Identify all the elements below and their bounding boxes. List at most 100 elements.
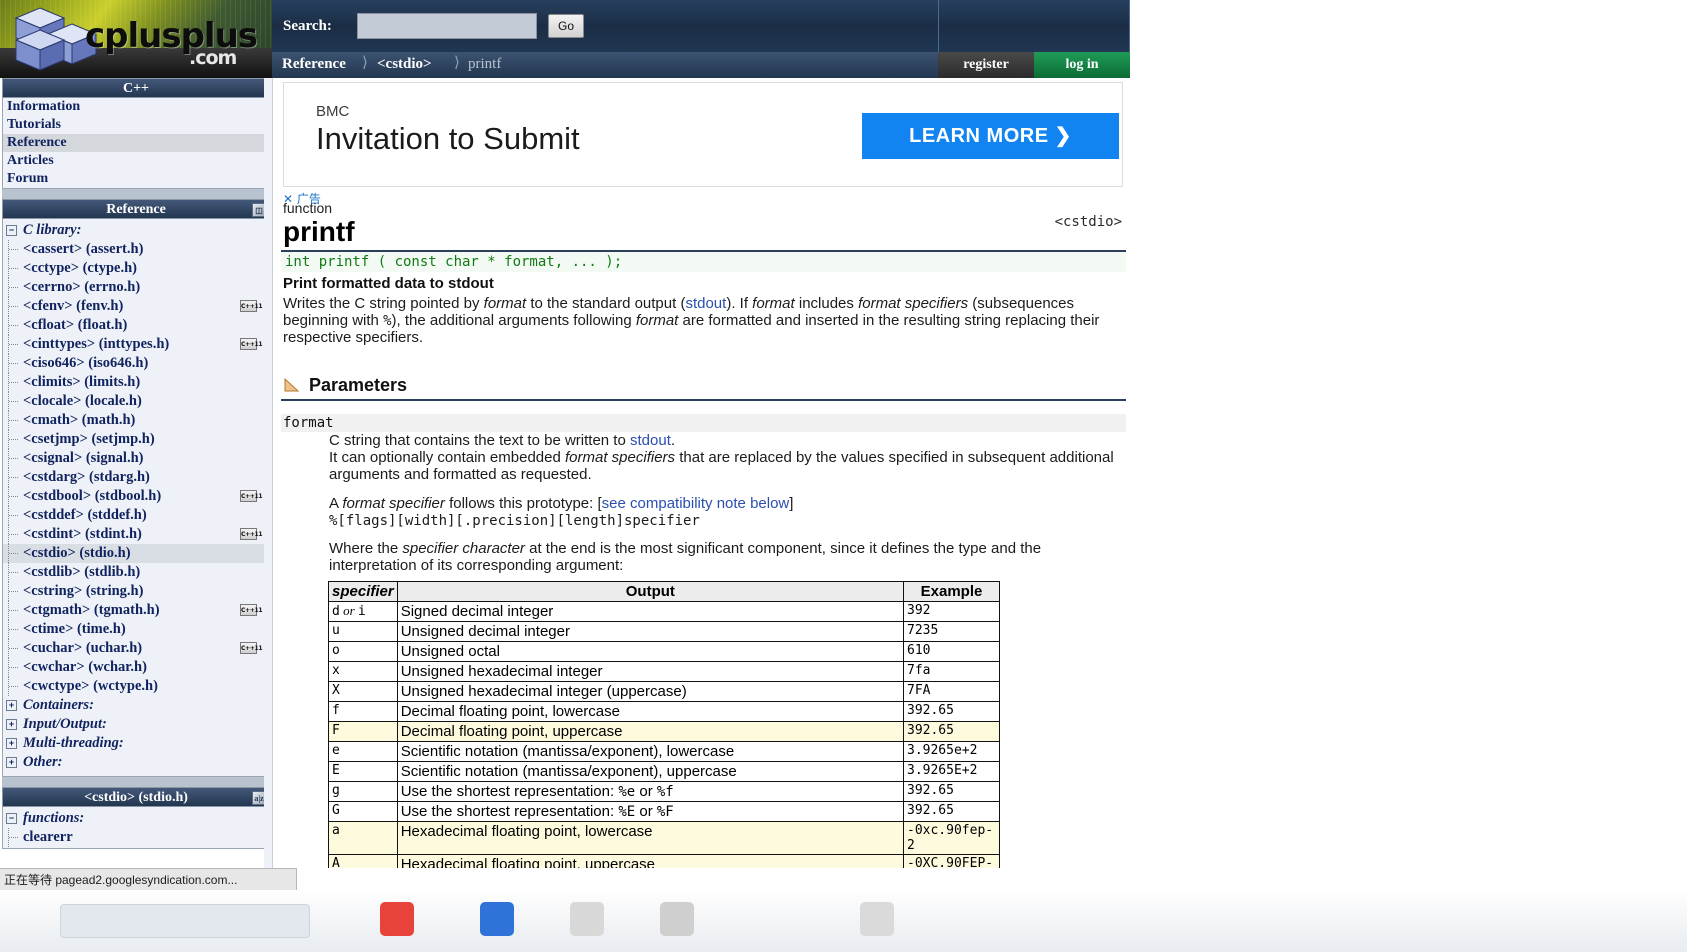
account-box: [try Beta version] Not logged in — [938, 0, 1130, 52]
tree-item[interactable]: <cstdlib> (stdlib.h) — [3, 563, 269, 582]
search-input[interactable] — [357, 13, 537, 39]
tree-item-label: C library: — [23, 222, 82, 238]
register-button[interactable]: register — [938, 52, 1034, 78]
tree-item[interactable]: <cstring> (string.h) — [3, 582, 269, 601]
sidebar-item-information[interactable]: Information — [3, 98, 269, 116]
tree-item-label: <cstdint> (stdint.h) — [23, 526, 142, 542]
expand-icon[interactable]: + — [6, 738, 17, 749]
taskbar-icon-1[interactable] — [380, 902, 414, 936]
login-button[interactable]: log in — [1034, 52, 1130, 78]
cpp-panel: C++ Information Tutorials Reference Arti… — [2, 78, 270, 189]
ad-headline: Invitation to Submit — [316, 121, 580, 156]
cstdio-function-tree: − functions: clearerr — [3, 807, 269, 848]
tree-connector — [8, 544, 18, 563]
tree-item[interactable]: <cfenv> (fenv.h) C++11 — [3, 297, 269, 316]
tree-item[interactable]: <cassert> (assert.h) — [3, 240, 269, 259]
specifier-table-body: d or i Signed decimal integer 392 u Unsigned… — [328, 601, 1000, 868]
expand-icon[interactable]: + — [6, 757, 17, 768]
tree-item[interactable]: <cwctype> (wctype.h) — [3, 677, 269, 696]
tree-item[interactable]: <csetjmp> (setjmp.h) — [3, 430, 269, 449]
tree-item[interactable]: <ciso646> (iso646.h) — [3, 354, 269, 373]
function-prototype: int printf ( const char * format, ... ); — [281, 252, 1126, 272]
tree-item[interactable]: <cerrno> (errno.h) — [3, 278, 269, 297]
tree-item[interactable]: <cfloat> (float.h) — [3, 316, 269, 335]
cell-output: Use the shortest representation: %e or %… — [396, 781, 905, 802]
tree-item[interactable]: <cuchar> (uchar.h) C++11 — [3, 639, 269, 658]
tree-group[interactable]: + Other: — [3, 753, 269, 772]
site-logo[interactable]: cplusplus .com — [0, 0, 272, 78]
cstdio-panel-title-label: <cstdio> (stdio.h) — [84, 790, 188, 805]
tree-group[interactable]: + Input/Output: — [3, 715, 269, 734]
cell-output: Unsigned decimal integer — [396, 621, 905, 642]
tree-item-label: <cstdarg> (stdarg.h) — [23, 469, 150, 485]
taskbar-icon-4[interactable] — [660, 902, 694, 936]
cell-output: Decimal floating point, uppercase — [396, 721, 905, 742]
tree-item[interactable]: <cmath> (math.h) — [3, 411, 269, 430]
tree-item[interactable]: <cstddef> (stddef.h) — [3, 506, 269, 525]
cell-specifier: G — [328, 801, 398, 822]
tree-item[interactable]: clearerr — [3, 828, 269, 847]
table-row: E Scientific notation (mantissa/exponent)… — [328, 761, 1000, 782]
tree-group[interactable]: + Multi-threading: — [3, 734, 269, 753]
tree-group[interactable]: + Containers: — [3, 696, 269, 715]
expand-icon[interactable]: + — [6, 700, 17, 711]
stdout-link-2[interactable]: stdout — [630, 432, 671, 449]
cell-specifier: F — [328, 721, 398, 742]
where-b: specifier character — [402, 540, 525, 557]
cell-example: 392.65 — [903, 781, 1000, 802]
parameter-description: C string that contains the text to be wr… — [329, 432, 1119, 484]
cstdio-panel-title: <cstdio> (stdio.h) a|z — [2, 787, 270, 807]
param-line-1a: C string that contains the text to be wr… — [329, 432, 630, 449]
cpp-panel-title: C++ — [2, 78, 270, 98]
breadcrumb-item-reference[interactable]: Reference — [282, 56, 346, 73]
tree-item-label: <ciso646> (iso646.h) — [23, 355, 149, 371]
ad-learn-more-button[interactable]: LEARN MORE ❯ — [862, 113, 1119, 159]
tree-item-label: <cwchar> (wchar.h) — [23, 659, 147, 675]
sidebar-item-tutorials[interactable]: Tutorials — [3, 116, 269, 134]
tree-item[interactable]: <climits> (limits.h) — [3, 373, 269, 392]
tree-item[interactable]: <clocale> (locale.h) — [3, 392, 269, 411]
stdout-link-1[interactable]: stdout — [685, 295, 726, 312]
compatibility-note-link[interactable]: see compatibility note below — [602, 495, 790, 512]
col-example: Example — [903, 581, 1000, 602]
desc-text-3: ). If — [726, 295, 753, 312]
tree-item[interactable]: <ctime> (time.h) — [3, 620, 269, 639]
taskbar-icon-5[interactable] — [860, 902, 894, 936]
tree-connector — [8, 601, 18, 620]
collapse-icon[interactable]: − — [6, 225, 17, 236]
cell-output: Signed decimal integer — [396, 601, 905, 622]
tree-item[interactable]: <cstdint> (stdint.h) C++11 — [3, 525, 269, 544]
desc-format-1: format — [483, 295, 527, 312]
breadcrumb-item-cstdio[interactable]: <cstdio> — [377, 56, 432, 73]
header-reference-link[interactable]: <cstdio> — [1055, 214, 1122, 230]
tree-connector — [8, 430, 18, 449]
tree-item-label: <cassert> (assert.h) — [23, 241, 144, 257]
format-specifier-prototype: A format specifier follows this prototyp… — [329, 495, 1119, 530]
tree-item[interactable]: <cwchar> (wchar.h) — [3, 658, 269, 677]
cell-specifier: u — [328, 621, 398, 642]
tree-item[interactable]: <csignal> (signal.h) — [3, 449, 269, 468]
taskbar-icon-2[interactable] — [480, 902, 514, 936]
tree-item[interactable]: <cstdarg> (stdarg.h) — [3, 468, 269, 487]
reference-panel: Reference ◫ − C library: <cassert> (assert… — [2, 199, 270, 777]
tree-item[interactable]: <cstdio> (stdio.h) — [3, 544, 269, 563]
tree-item[interactable]: <cstdbool> (stdbool.h) C++11 — [3, 487, 269, 506]
cell-output: Use the shortest representation: %E or %… — [396, 801, 905, 822]
tree-group[interactable]: − C library: — [3, 221, 269, 240]
sidebar-item-articles[interactable]: Articles — [3, 152, 269, 170]
sidebar-item-forum[interactable]: Forum — [3, 170, 269, 188]
taskbar-search-pill[interactable] — [60, 904, 310, 938]
collapse-icon[interactable]: − — [6, 813, 17, 824]
tree-item[interactable]: <cinttypes> (inttypes.h) C++11 — [3, 335, 269, 354]
empty-right-pane — [1130, 0, 1687, 868]
expand-icon[interactable]: + — [6, 719, 17, 730]
search-go-button[interactable]: Go — [548, 14, 584, 38]
sidebar-item-reference[interactable]: Reference — [3, 134, 269, 152]
tree-item[interactable]: <cctype> (ctype.h) — [3, 259, 269, 278]
cell-example: 3.9265e+2 — [903, 741, 1000, 762]
advertisement[interactable]: BMC Invitation to Submit LEARN MORE ❯ — [283, 82, 1123, 187]
site-header: cplusplus .com Search: Go [try Beta vers… — [0, 0, 1130, 78]
tree-item[interactable]: <ctgmath> (tgmath.h) C++11 — [3, 601, 269, 620]
tree-group[interactable]: − functions: — [3, 809, 269, 828]
taskbar-icon-3[interactable] — [570, 902, 604, 936]
